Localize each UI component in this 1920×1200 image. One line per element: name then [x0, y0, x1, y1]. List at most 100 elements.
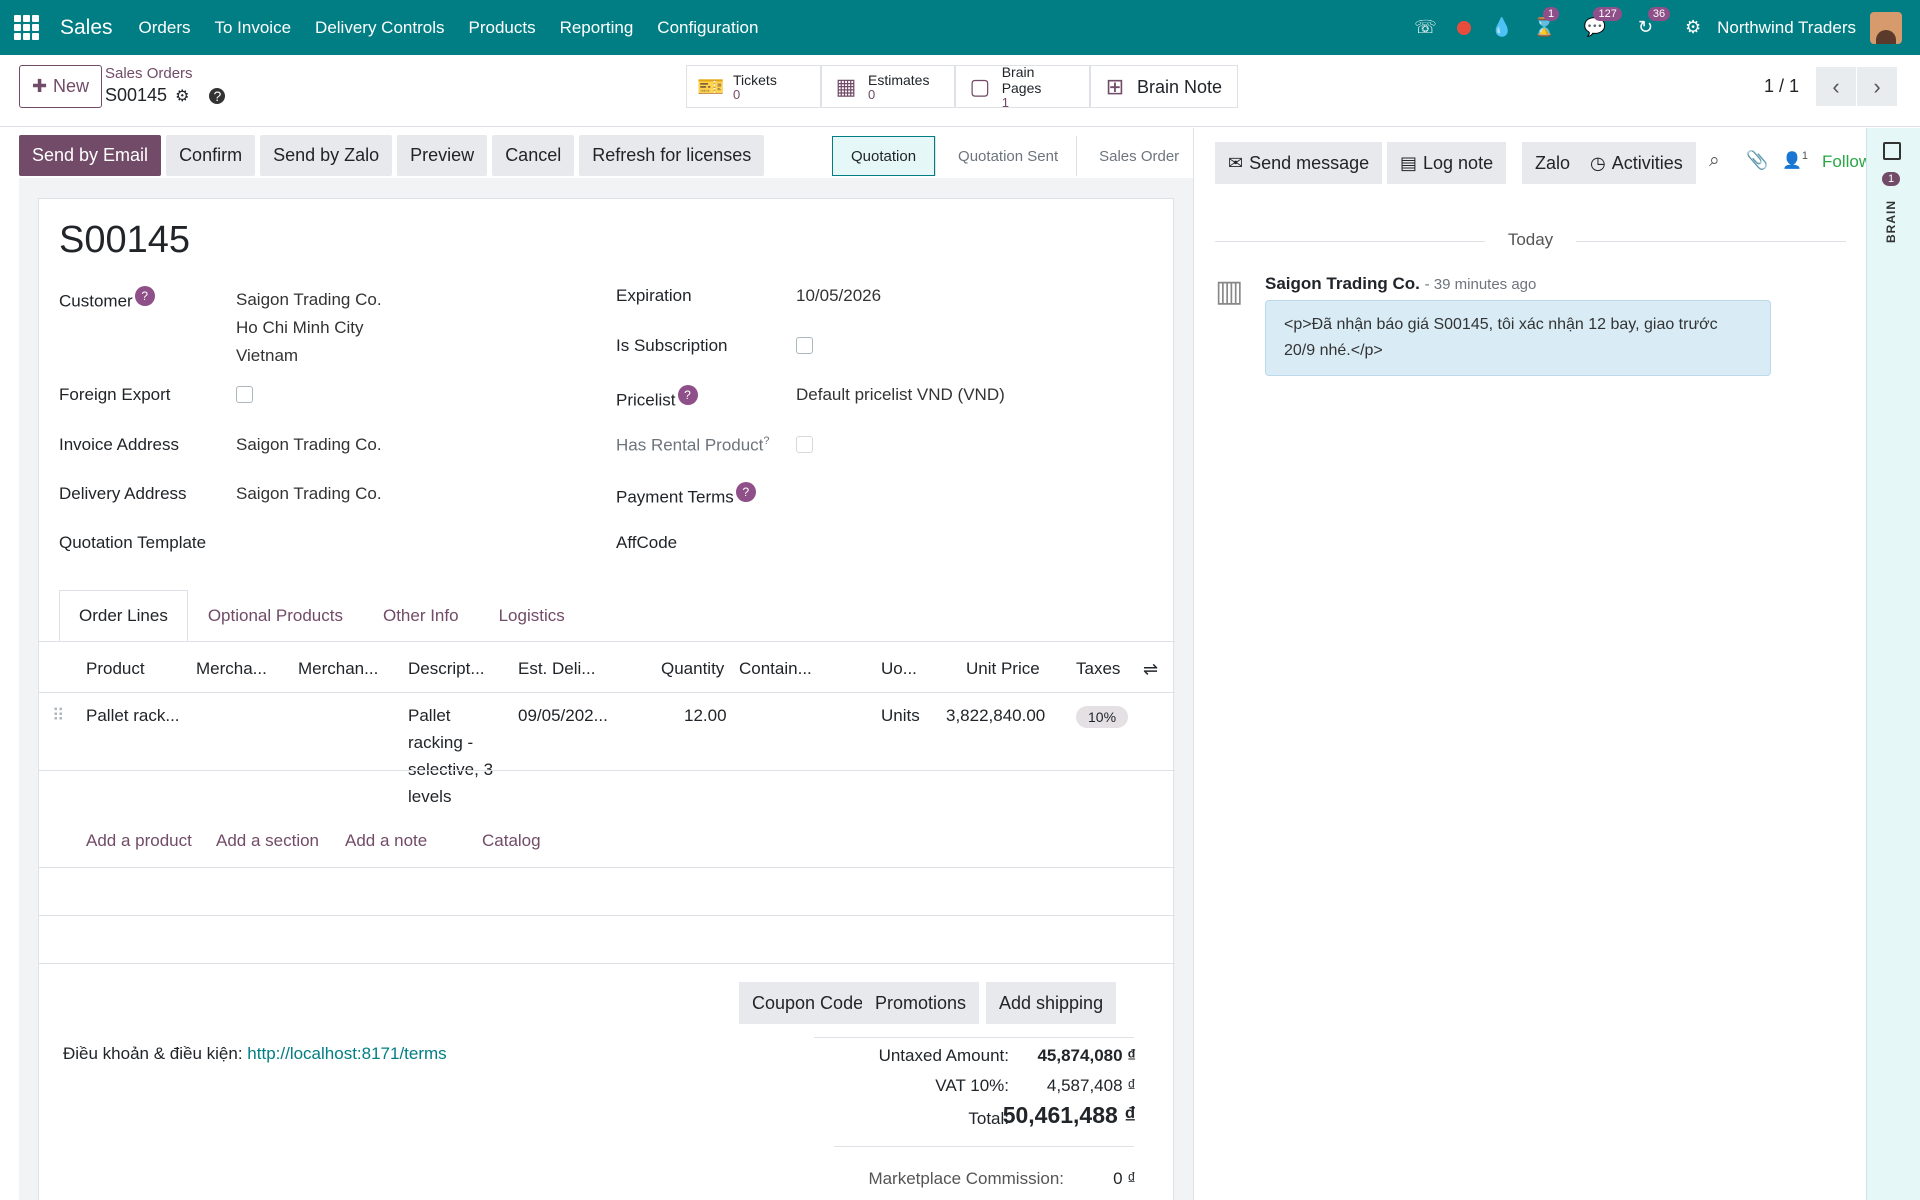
messages-icon[interactable]: 💬 127 [1583, 7, 1622, 38]
col-container[interactable]: Contain... [739, 659, 812, 679]
message-header: Saigon Trading Co. - 39 minutes ago [1265, 274, 1536, 294]
gear-icon[interactable]: ⚙ [175, 86, 189, 106]
payment-terms-field[interactable] [796, 482, 1126, 508]
terms-link[interactable]: http://localhost:8171/terms [247, 1044, 446, 1063]
user-avatar[interactable] [1870, 11, 1902, 44]
settings-icon[interactable]: ⚙ [1685, 17, 1701, 38]
help-icon[interactable]: ? [134, 286, 155, 306]
promotions-button[interactable]: Promotions [862, 982, 980, 1024]
catalog-link[interactable]: Catalog [482, 831, 541, 851]
column-settings-icon[interactable]: ⇌ [1143, 659, 1158, 680]
menu-orders[interactable]: Orders [139, 18, 191, 38]
step-quotation-sent[interactable]: Quotation Sent [935, 136, 1076, 176]
stat-tickets[interactable]: 🎫 Tickets 0 [686, 65, 821, 108]
menu-configuration[interactable]: Configuration [657, 18, 758, 38]
log-note-button[interactable]: ▤ Log note [1387, 142, 1507, 184]
menu-reporting[interactable]: Reporting [560, 18, 634, 38]
breadcrumb-parent[interactable]: Sales Orders [105, 65, 193, 82]
quotation-template-field[interactable] [236, 529, 566, 555]
row-unit-price[interactable]: 3,822,840.00 [946, 702, 1045, 729]
col-product[interactable]: Product [86, 659, 145, 679]
activity-icon[interactable]: ⌛ 1 [1533, 7, 1560, 38]
terms-label: Điều khoản & điều kiện: [63, 1044, 248, 1063]
app-menu-icon[interactable] [14, 15, 42, 40]
drag-handle-icon[interactable]: ⠿ [52, 702, 64, 729]
add-section-link[interactable]: Add a section [216, 831, 319, 851]
zalo-button[interactable]: Zalo [1522, 142, 1584, 184]
coupon-code-button[interactable]: Coupon Code [739, 982, 877, 1024]
col-taxes[interactable]: Taxes [1076, 659, 1120, 679]
help-icon[interactable]: ? [209, 87, 226, 104]
tab-other-info[interactable]: Other Info [363, 590, 479, 642]
paperclip-icon[interactable]: 📎 [1746, 150, 1768, 171]
help-icon[interactable]: ? [677, 385, 698, 405]
col-merchant-1[interactable]: Mercha... [196, 659, 267, 679]
tab-optional-products[interactable]: Optional Products [188, 590, 363, 642]
customer-field[interactable]: Saigon Trading Co. Ho Chi Minh City Viet… [236, 286, 382, 370]
is-subscription-checkbox[interactable] [796, 337, 813, 354]
pricelist-field[interactable]: Default pricelist VND (VND) [796, 385, 1005, 405]
confirm-button[interactable]: Confirm [166, 135, 256, 176]
tab-logistics[interactable]: Logistics [479, 590, 585, 642]
chevron-right-icon[interactable]: › [1857, 67, 1897, 106]
row-product[interactable]: Pallet rack... [86, 702, 180, 729]
col-uom[interactable]: Uo... [881, 659, 917, 679]
stat-brain-pages[interactable]: ▢ Brain Pages 1 [955, 63, 1090, 109]
send-by-email-button[interactable]: Send by Email [19, 135, 162, 176]
affcode-field[interactable] [796, 529, 1126, 555]
add-product-link[interactable]: Add a product [86, 831, 192, 851]
invoice-address-field[interactable]: Saigon Trading Co. [236, 435, 382, 455]
cancel-button[interactable]: Cancel [492, 135, 575, 176]
note-icon[interactable] [1883, 142, 1901, 160]
updates-icon[interactable]: ↻ 36 [1638, 7, 1671, 38]
new-button[interactable]: ✚ New [19, 65, 102, 108]
follow-button[interactable]: Follow [1822, 152, 1866, 172]
search-icon[interactable]: ⌕ [1709, 150, 1720, 172]
col-quantity[interactable]: Quantity [661, 659, 724, 679]
send-message-button[interactable]: ✉ Send message [1215, 142, 1383, 184]
tab-order-lines[interactable]: Order Lines [59, 590, 188, 642]
invoice-address-label: Invoice Address [59, 435, 180, 454]
col-est-delivery[interactable]: Est. Deli... [518, 659, 595, 679]
tax-badge[interactable]: 10% [1076, 706, 1129, 728]
stat-brain-note[interactable]: ⊞ Brain Note [1090, 65, 1238, 108]
untaxed-label: Untaxed Amount: [878, 1046, 1009, 1065]
phone-icon[interactable]: ☏ [1414, 17, 1437, 38]
add-note-link[interactable]: Add a note [345, 831, 427, 851]
send-by-zalo-button[interactable]: Send by Zalo [260, 135, 393, 176]
help-icon[interactable]: ? [763, 435, 769, 447]
company-switcher[interactable]: Northwind Traders [1717, 18, 1856, 38]
pager-value[interactable]: 1 / 1 [1764, 76, 1799, 97]
expiration-field[interactable]: 10/05/2026 [796, 286, 881, 306]
stat-title: Brain Pages [1001, 63, 1042, 96]
col-description[interactable]: Descript... [408, 659, 485, 679]
customer-label: Customer? [59, 286, 155, 312]
followers-button[interactable]: 👤1 [1782, 150, 1808, 170]
message-author[interactable]: Saigon Trading Co. [1265, 274, 1420, 293]
menu-delivery-controls[interactable]: Delivery Controls [315, 18, 444, 38]
stat-estimates[interactable]: ▦ Estimates 0 [821, 65, 955, 108]
foreign-export-checkbox[interactable] [236, 386, 253, 403]
col-unit-price[interactable]: Unit Price [966, 659, 1040, 679]
delivery-address-field[interactable]: Saigon Trading Co. [236, 484, 382, 504]
help-icon[interactable]: ? [735, 482, 756, 502]
row-est-delivery[interactable]: 09/05/202... [518, 702, 608, 729]
add-shipping-button[interactable]: Add shipping [986, 982, 1117, 1024]
activities-button[interactable]: ◷ Activities [1577, 142, 1696, 184]
col-merchant-2[interactable]: Merchan... [298, 659, 378, 679]
row-uom[interactable]: Units [881, 702, 920, 729]
menu-to-invoice[interactable]: To Invoice [215, 18, 292, 38]
refresh-licenses-button[interactable]: Refresh for licenses [579, 135, 765, 176]
menu-products[interactable]: Products [468, 18, 535, 38]
brain-sidebar[interactable]: 1 BRAIN [1866, 128, 1920, 1200]
row-description[interactable]: Pallet racking - selective, 3 levels [408, 702, 493, 810]
row-divider [39, 770, 1175, 771]
step-sales-order[interactable]: Sales Order [1076, 136, 1197, 176]
row-quantity[interactable]: 12.00 [684, 702, 727, 729]
preview-button[interactable]: Preview [397, 135, 488, 176]
chevron-left-icon[interactable]: ‹ [1816, 67, 1856, 106]
app-name[interactable]: Sales [60, 16, 113, 40]
drop-icon[interactable]: 💧 [1491, 17, 1513, 38]
step-quotation[interactable]: Quotation [832, 136, 936, 176]
record-icon[interactable] [1456, 20, 1471, 35]
